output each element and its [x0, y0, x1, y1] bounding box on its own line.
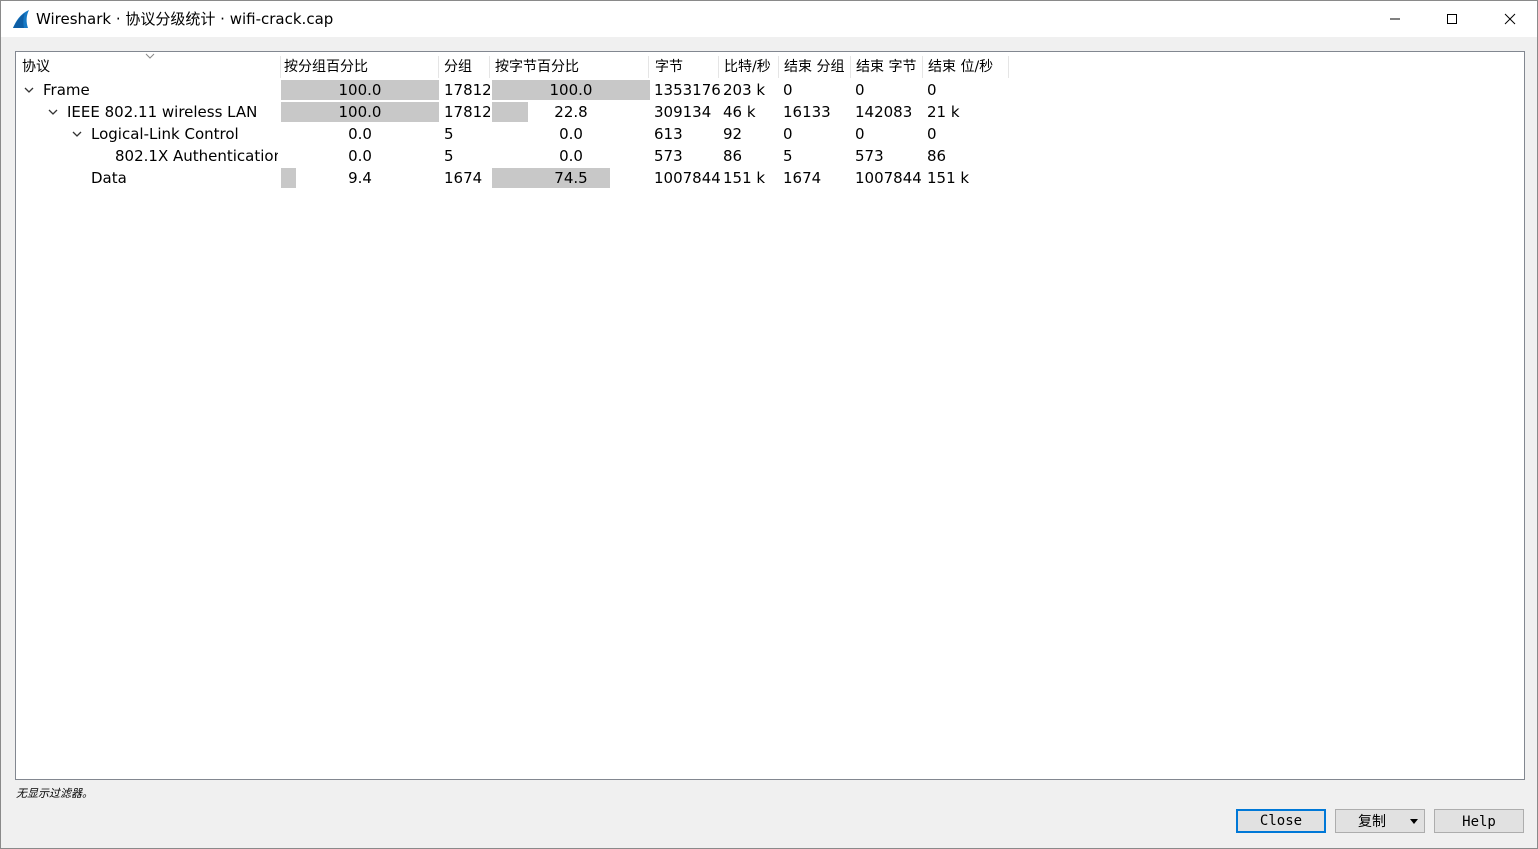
expand-chevron-icon[interactable] [47, 106, 59, 118]
column-header-packets[interactable]: 分组 [441, 56, 490, 78]
protocol-name: Frame [43, 81, 90, 99]
copy-button-label: 复制 [1358, 814, 1386, 830]
close-window-button[interactable] [1487, 1, 1533, 37]
packets-value: 5 [444, 147, 454, 165]
end-bytes-value: 0 [855, 81, 865, 99]
dropdown-arrow-icon[interactable] [1410, 819, 1418, 824]
column-header-end-packets[interactable]: 结束 分组 [781, 56, 851, 78]
table-row[interactable]: IEEE 802.11 wireless LAN 100.0 17812 22.8 30… [16, 101, 1522, 123]
packets-value: 5 [444, 125, 454, 143]
pct-bytes-value: 74.5 [554, 169, 588, 187]
bytes-value: 309134 [654, 103, 712, 121]
protocol-name: 802.1X Authentication [115, 147, 278, 165]
bits-per-sec-value: 151 k [723, 169, 766, 187]
pct-bytes-value: 22.8 [554, 103, 588, 121]
wireshark-fin-icon [13, 10, 29, 28]
filter-status: 无显示过滤器。 [16, 787, 93, 800]
pct-bytes-value: 100.0 [549, 81, 593, 99]
column-header-bytes[interactable]: 字节 [652, 56, 719, 78]
pct-packets-value: 9.4 [348, 169, 372, 187]
pct-packets-value: 0.0 [348, 125, 372, 143]
end-packets-value: 5 [783, 147, 793, 165]
pct-packets-value: 0.0 [348, 147, 372, 165]
end-bytes-value: 573 [855, 147, 884, 165]
pct-packets-value: 100.0 [338, 103, 382, 121]
end-bits-per-sec-value: 0 [927, 81, 937, 99]
maximize-icon [1447, 14, 1457, 24]
window-title: Wireshark · 协议分级统计 · wifi-crack.cap [36, 10, 334, 28]
expand-chevron-icon[interactable] [23, 84, 35, 96]
column-header-end-bytes[interactable]: 结束 字节 [853, 56, 923, 78]
end-packets-value: 0 [783, 125, 793, 143]
column-header-protocol[interactable]: 协议 [19, 56, 281, 78]
protocol-hierarchy-window: Wireshark · 协议分级统计 · wifi-crack.cap 协议 按… [0, 0, 1538, 849]
protocol-name: Logical-Link Control [91, 125, 239, 143]
end-packets-value: 0 [783, 81, 793, 99]
bits-per-sec-value: 203 k [723, 81, 766, 99]
end-packets-value: 1674 [783, 169, 822, 187]
protocol-name: IEEE 802.11 wireless LAN [67, 103, 258, 121]
bytes-value: 1353176 [654, 81, 720, 99]
end-bits-per-sec-value: 86 [927, 147, 947, 165]
minimize-icon [1390, 18, 1400, 20]
bits-per-sec-value: 46 k [723, 103, 756, 121]
end-bits-per-sec-value: 151 k [927, 169, 970, 187]
table-row[interactable]: Frame 100.0 17812 100.0 1353176 203 k 0 0 0 [16, 79, 1522, 101]
close-button[interactable]: Close [1236, 809, 1326, 833]
pct-bytes-value: 0.0 [559, 125, 583, 143]
end-bits-per-sec-value: 21 k [927, 103, 960, 121]
bytes-value: 613 [654, 125, 683, 143]
column-header-end-bits-per-sec[interactable]: 结束 位/秒 [925, 56, 1009, 78]
end-packets-value: 16133 [783, 103, 831, 121]
title-bar[interactable]: Wireshark · 协议分级统计 · wifi-crack.cap [1, 1, 1537, 37]
end-bytes-value: 1007844 [855, 169, 922, 187]
maximize-button[interactable] [1429, 1, 1475, 37]
column-header-pct-packets[interactable]: 按分组百分比 [281, 56, 439, 78]
help-button[interactable]: Help [1434, 809, 1524, 833]
bits-per-sec-value: 92 [723, 125, 743, 143]
close-icon [1504, 13, 1516, 25]
table-row[interactable]: Data 9.4 1674 74.5 1007844 151 k 1674 1007844 15… [16, 167, 1522, 189]
bytes-value: 1007844 [654, 169, 720, 187]
table-row[interactable]: Logical-Link Control 0.0 5 0.0 613 92 0 0 0 [16, 123, 1522, 145]
bits-per-sec-value: 86 [723, 147, 743, 165]
end-bits-per-sec-value: 0 [927, 125, 937, 143]
packets-value: 1674 [444, 169, 483, 187]
expand-chevron-icon[interactable] [71, 128, 83, 140]
minimize-button[interactable] [1372, 1, 1418, 37]
packets-value: 17812 [444, 103, 490, 121]
copy-button[interactable]: 复制 [1335, 809, 1425, 833]
bytes-value: 573 [654, 147, 683, 165]
column-header-pct-bytes[interactable]: 按字节百分比 [492, 56, 649, 78]
pct-packets-value: 100.0 [338, 81, 382, 99]
pct-bytes-value: 0.0 [559, 147, 583, 165]
protocol-tree[interactable]: 协议 按分组百分比 分组 按字节百分比 字节 比特/秒 结束 分组 结束 字节 … [15, 51, 1525, 780]
protocol-name: Data [91, 169, 127, 187]
end-bytes-value: 0 [855, 125, 865, 143]
table-row[interactable]: 802.1X Authentication 0.0 5 0.0 573 86 5 573 86 [16, 145, 1522, 167]
packets-value: 17812 [444, 81, 490, 99]
end-bytes-value: 142083 [855, 103, 913, 121]
column-header-bits-per-sec[interactable]: 比特/秒 [721, 56, 779, 78]
